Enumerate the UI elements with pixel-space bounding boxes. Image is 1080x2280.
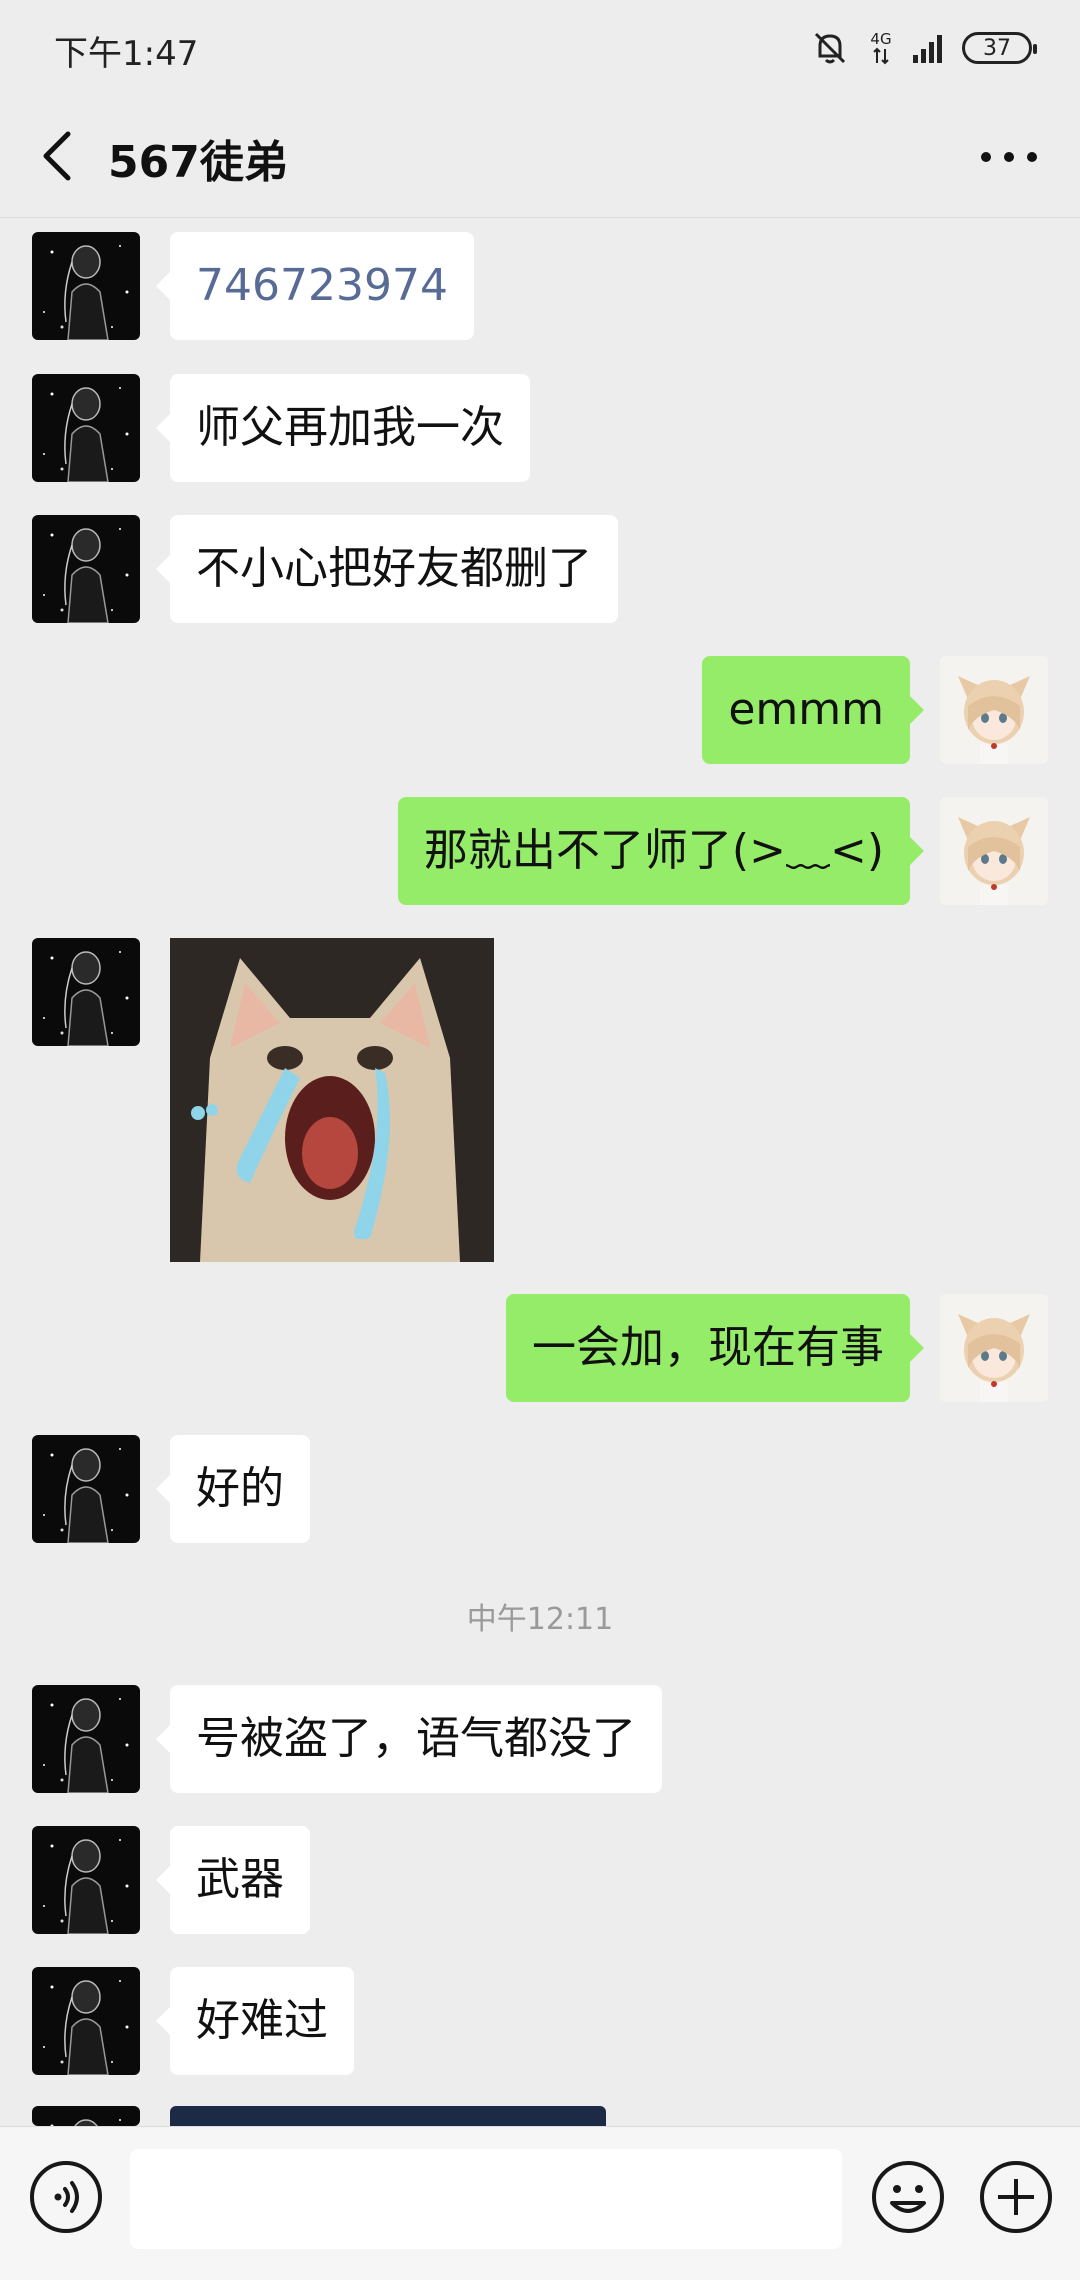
message-bubble[interactable]: 师父再加我一次 [156,374,530,482]
contact-avatar[interactable] [32,1967,140,2075]
contact-avatar[interactable] [32,374,140,482]
message-input[interactable] [130,2149,842,2249]
back-arrow-icon[interactable] [34,126,84,186]
chat-header: 567徒弟 [0,96,1080,218]
message-bubble[interactable]: 好难过 [156,1967,354,2075]
signal-icon [913,35,942,63]
message-bubble[interactable]: 不小心把好友都删了 [156,515,618,623]
crying-cat-sticker[interactable] [170,938,494,1262]
game-screenshot-partial[interactable] [170,2106,606,2126]
message-bubble[interactable]: emmm [702,656,924,764]
chat-title: 567徒弟 [108,137,288,188]
self-avatar[interactable] [940,797,1048,905]
voice-icon[interactable] [28,2159,104,2235]
message-bubble[interactable]: 746723974 [156,232,474,340]
self-avatar[interactable] [940,656,1048,764]
self-avatar[interactable] [940,1294,1048,1402]
plus-icon[interactable] [978,2159,1054,2235]
contact-avatar[interactable] [32,938,140,1046]
data-arrows-icon [873,47,889,64]
emoji-icon[interactable] [870,2159,946,2235]
message-timestamp: 中午12:11 [466,1602,614,1637]
battery-icon: 37 [962,32,1037,64]
mute-bell-icon [814,32,846,64]
more-options-icon[interactable] [974,132,1044,182]
message-bubble[interactable]: 一会加，现在有事 [506,1294,924,1402]
contact-avatar[interactable] [32,1435,140,1543]
input-bar [0,2126,1080,2280]
network-type: 4G [870,29,892,48]
status-icons: 4G 37 [810,24,1037,72]
status-time: 下午1:47 [54,34,199,74]
message-bubble[interactable]: 那就出不了师了(>﹏<) [397,797,925,905]
message-bubble[interactable]: 武器 [156,1826,310,1934]
message-bubble[interactable]: 号被盗了，语气都没了 [156,1685,662,1793]
contact-avatar[interactable] [32,2106,140,2126]
message-bubble[interactable]: 好的 [156,1435,310,1543]
contact-avatar[interactable] [32,515,140,623]
network-indicator: 4G [866,29,896,65]
contact-avatar[interactable] [32,1826,140,1934]
contact-avatar[interactable] [32,1685,140,1793]
contact-avatar[interactable] [32,232,140,340]
battery-level: 37 [983,35,1011,61]
status-bar: 下午1:47 4G 37 [0,0,1080,96]
